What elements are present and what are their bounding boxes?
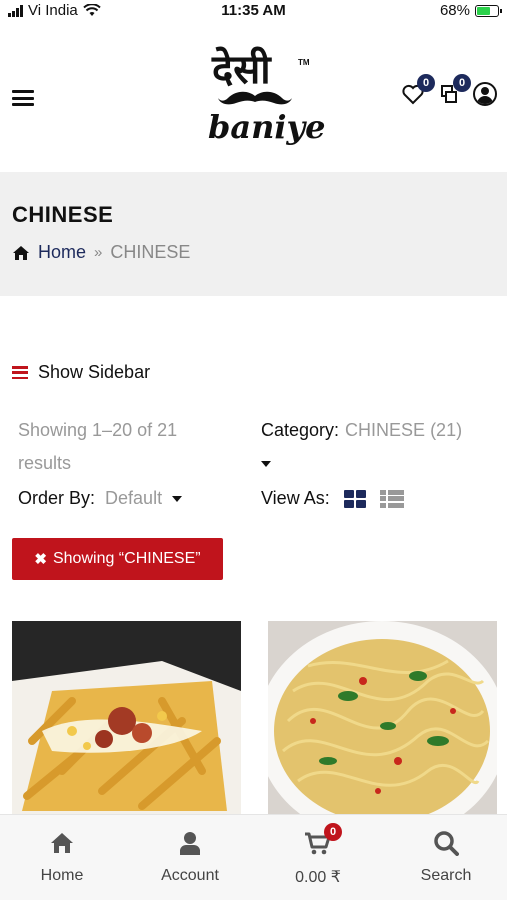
view-as-label: View As: xyxy=(261,488,330,508)
home-icon xyxy=(51,833,73,853)
site-header: देसी TM baniye 0 0 xyxy=(0,22,507,172)
order-by-select[interactable]: Order By: Default xyxy=(18,488,183,509)
nav-home-label: Home xyxy=(40,867,84,884)
sidebar-menu-icon xyxy=(12,366,28,379)
status-right: 68% xyxy=(439,2,502,19)
account-icon xyxy=(180,832,200,855)
view-as: View As: xyxy=(261,488,404,509)
compare-button[interactable]: 0 xyxy=(437,74,471,106)
nav-cart[interactable]: 0 0.00 ₹ xyxy=(268,823,368,887)
nav-account[interactable]: Account xyxy=(140,829,240,885)
grid-view-icon[interactable] xyxy=(343,489,366,508)
battery-icon xyxy=(475,4,502,17)
product-card-fries[interactable] xyxy=(12,621,241,821)
battery-fill xyxy=(477,6,490,15)
breadcrumb-home-link[interactable]: Home xyxy=(38,242,86,263)
nav-home[interactable]: Home xyxy=(12,829,112,885)
nav-search-label: Search xyxy=(420,867,472,884)
show-sidebar-label: Show Sidebar xyxy=(38,362,151,382)
product-image-fries xyxy=(12,621,241,821)
user-icon[interactable] xyxy=(473,82,497,106)
battery-percent: 68% xyxy=(439,2,470,19)
nav-search[interactable]: Search xyxy=(396,829,496,885)
product-card-noodles[interactable] xyxy=(268,621,497,821)
order-dropdown-caret-icon xyxy=(172,495,183,502)
page-title: CHINESE xyxy=(12,202,114,227)
breadcrumb-separator: » xyxy=(94,244,103,261)
logo-top-text: देसी xyxy=(212,46,271,93)
order-by-label: Order By: xyxy=(18,488,96,508)
wishlist-count-badge: 0 xyxy=(417,74,435,92)
breadcrumb-current: CHINESE xyxy=(110,242,191,262)
active-filter-label: Showing “CHINESE” xyxy=(52,550,201,567)
page: Vi India 11:35 AM 68% देसी TM baniye 0 0… xyxy=(0,0,507,900)
home-icon xyxy=(13,245,29,260)
menu-icon[interactable] xyxy=(12,90,34,106)
breadcrumb: Home » CHINESE xyxy=(12,242,190,263)
list-view-icon[interactable] xyxy=(379,489,404,508)
compare-count-badge: 0 xyxy=(453,74,471,92)
search-icon xyxy=(434,831,459,856)
bottom-nav: Home Account 0 0.00 ₹ Search xyxy=(0,814,507,900)
show-sidebar-button[interactable]: Show Sidebar xyxy=(12,362,150,383)
logo-trademark: TM xyxy=(298,58,310,67)
page-header-band: CHINESE Home » CHINESE xyxy=(0,172,507,296)
category-dropdown-caret-icon[interactable] xyxy=(261,461,271,468)
remove-filter-icon[interactable]: ✖ xyxy=(34,550,47,568)
category-filter[interactable]: Category: CHINESE (21) xyxy=(261,414,501,480)
status-bar: Vi India 11:35 AM 68% xyxy=(0,0,507,22)
category-label: Category: xyxy=(261,420,340,440)
mustache-icon xyxy=(218,91,292,105)
nav-account-label: Account xyxy=(161,867,219,884)
active-filter-chip[interactable]: ✖ Showing “CHINESE” xyxy=(12,538,223,580)
header-icons: 0 0 xyxy=(401,74,497,106)
product-image-noodles xyxy=(268,621,497,821)
logo-bottom-text: baniye xyxy=(208,108,326,146)
site-logo[interactable]: देसी TM baniye xyxy=(200,40,325,156)
nav-cart-total: 0.00 ₹ xyxy=(295,869,341,886)
category-value: CHINESE (21) xyxy=(345,420,463,440)
order-by-value: Default xyxy=(105,488,163,508)
results-count: Showing 1–20 of 21 results xyxy=(18,420,178,473)
cart-count-badge: 0 xyxy=(324,823,342,841)
status-time: 11:35 AM xyxy=(221,2,286,19)
wishlist-button[interactable]: 0 xyxy=(401,74,435,106)
